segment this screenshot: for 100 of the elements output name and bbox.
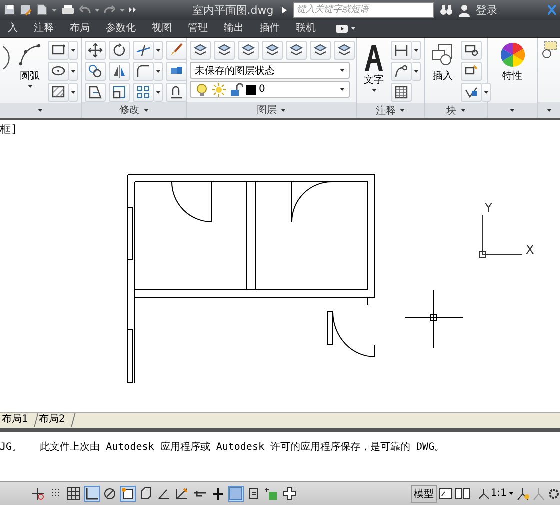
tool-button[interactable] <box>391 83 412 102</box>
dropdown-button[interactable] <box>69 62 78 81</box>
ribbon-tab[interactable]: 联机 <box>288 20 324 37</box>
status-toggle-button[interactable] <box>120 486 136 502</box>
ribbon-tab[interactable]: 注释 <box>26 20 62 37</box>
properties-button[interactable]: 特性 <box>498 41 528 103</box>
tool-button[interactable] <box>133 62 154 81</box>
caret-icon <box>414 49 418 52</box>
layout-tab[interactable]: 布局2 <box>36 413 77 427</box>
search-field[interactable]: 键入关键字或短语 <box>293 2 434 18</box>
dropdown-button[interactable] <box>482 83 491 102</box>
trim-icon <box>136 43 151 58</box>
tool-button[interactable] <box>461 41 482 60</box>
properties-icon <box>247 486 261 500</box>
dropdown-button[interactable] <box>154 62 163 81</box>
ribbon-tab[interactable]: 视图 <box>144 20 180 37</box>
status-toggle-button[interactable] <box>84 486 100 502</box>
tool-button[interactable] <box>286 41 307 60</box>
tool-button[interactable] <box>310 41 331 60</box>
ribbon-tab[interactable]: 输出 <box>216 20 252 37</box>
dropdown-button[interactable] <box>412 41 421 60</box>
status-toggle-button[interactable] <box>102 486 118 502</box>
dropdown-button[interactable] <box>412 62 421 81</box>
x-logo-icon <box>548 5 556 15</box>
tool-button[interactable] <box>190 41 211 60</box>
tool-button[interactable] <box>461 62 482 81</box>
tool-button[interactable] <box>238 41 259 60</box>
tool-button[interactable] <box>391 41 412 60</box>
tool-button[interactable] <box>133 83 154 102</box>
status-toggle-button[interactable] <box>174 486 190 502</box>
tool-button[interactable] <box>85 62 106 81</box>
fillet-icon <box>136 64 151 79</box>
caret-icon <box>351 27 356 30</box>
tool-button[interactable] <box>48 83 69 102</box>
insert-button[interactable]: 插入 <box>428 41 458 103</box>
layer-dropdown[interactable]: 0 <box>190 81 350 98</box>
undo-icon <box>79 5 91 15</box>
layer-icon <box>193 43 208 58</box>
padlock-icon <box>229 82 243 96</box>
user-icon <box>459 4 470 16</box>
tool-button[interactable] <box>109 41 130 60</box>
caret-icon <box>95 8 100 12</box>
status-toggle-button[interactable] <box>66 486 82 502</box>
caret-icon <box>120 8 125 12</box>
crosshair-cursor <box>404 290 464 348</box>
tool-button[interactable] <box>334 41 355 60</box>
mirror-icon <box>112 64 127 79</box>
tool-button[interactable] <box>109 62 130 81</box>
model-button[interactable]: 模型 <box>410 484 437 502</box>
tool-button[interactable] <box>461 83 482 102</box>
tool-button[interactable] <box>166 62 187 81</box>
group-icon <box>541 41 557 59</box>
text-button[interactable]: 文字 <box>360 41 388 103</box>
ribbon-tab[interactable]: 插件 <box>252 20 288 37</box>
login-link[interactable]: 登录 <box>476 2 498 18</box>
tool-button[interactable] <box>262 41 283 60</box>
tracking-icon <box>175 486 189 500</box>
tool-button[interactable] <box>85 83 106 102</box>
ribbon-tab[interactable]: 参数化 <box>98 20 144 37</box>
status-toggle-button[interactable] <box>282 486 298 502</box>
caret-icon <box>52 8 57 12</box>
tool-button[interactable] <box>166 83 187 102</box>
tool-button[interactable] <box>85 41 106 60</box>
document-icon <box>36 4 48 16</box>
caret-icon <box>144 108 148 112</box>
plus-icon <box>211 486 225 500</box>
arc-button[interactable]: 圆弧 <box>15 41 45 103</box>
double-chevron-icon <box>129 6 137 14</box>
status-toggle-button[interactable] <box>30 486 46 502</box>
dropdown-button[interactable] <box>154 41 163 60</box>
table-icon <box>394 85 409 100</box>
panel-title: 图层 <box>257 104 277 117</box>
tool-button[interactable] <box>166 41 187 60</box>
status-toggle-button[interactable] <box>210 486 226 502</box>
caret-icon <box>70 70 76 73</box>
caret-icon <box>281 108 286 112</box>
tool-button[interactable] <box>48 41 69 60</box>
caret-icon <box>340 88 345 91</box>
axis-label: X <box>526 243 534 257</box>
tool-button[interactable] <box>133 41 154 60</box>
tool-button[interactable] <box>214 41 235 60</box>
status-toggle-button[interactable] <box>264 486 280 502</box>
tool-button[interactable] <box>109 83 130 102</box>
layer-state-dropdown[interactable]: 未保存的图层状态 <box>190 62 350 79</box>
axis-label: Y <box>485 201 492 215</box>
offset-icon <box>169 85 184 100</box>
window-title: 室内平面图.dwg <box>191 2 275 18</box>
tool-button[interactable] <box>48 62 69 81</box>
ribbon-tab[interactable]: 布局 <box>62 20 98 37</box>
annotation-scale-button[interactable]: 1:1 <box>478 488 514 499</box>
ribbon-tab[interactable]: 管理 <box>180 20 216 37</box>
dropdown-button[interactable] <box>69 83 78 102</box>
stretch-icon <box>88 85 103 100</box>
layer-icon <box>337 43 352 58</box>
status-toggle-button[interactable] <box>228 486 244 502</box>
dropdown-button[interactable] <box>154 83 163 102</box>
ribbon-tab[interactable]: 入 <box>0 20 26 37</box>
layout-tab[interactable]: 布局1 <box>0 413 40 427</box>
tool-button[interactable] <box>391 62 412 81</box>
dropdown-button[interactable] <box>69 41 78 60</box>
